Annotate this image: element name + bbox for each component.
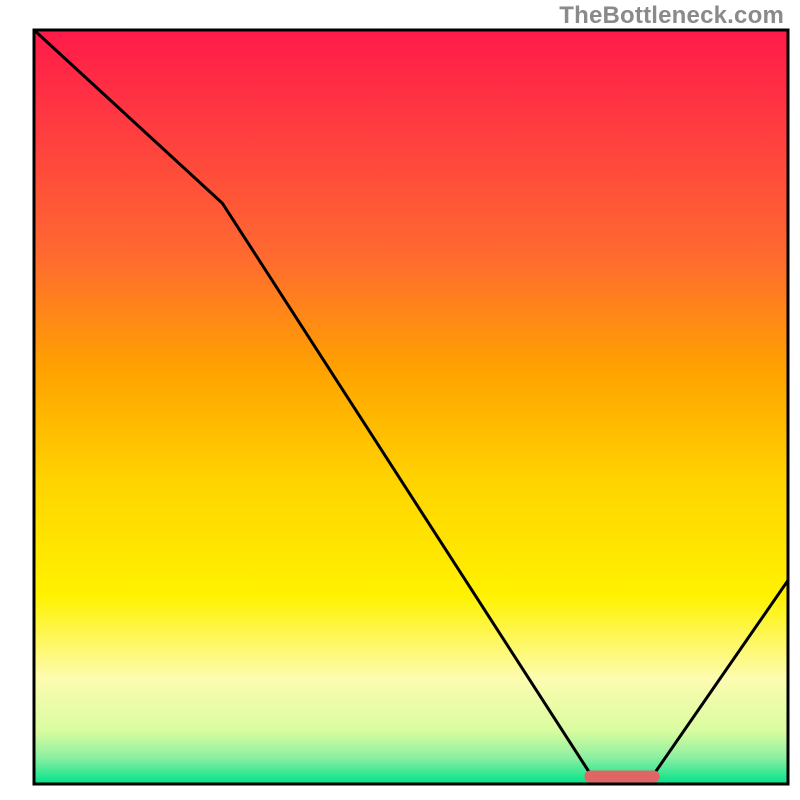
chart-svg [0, 0, 800, 800]
plot-background [34, 30, 788, 784]
bottleneck-chart: TheBottleneck.com [0, 0, 800, 800]
watermark-label: TheBottleneck.com [559, 2, 784, 30]
optimal-range-marker [584, 771, 659, 783]
